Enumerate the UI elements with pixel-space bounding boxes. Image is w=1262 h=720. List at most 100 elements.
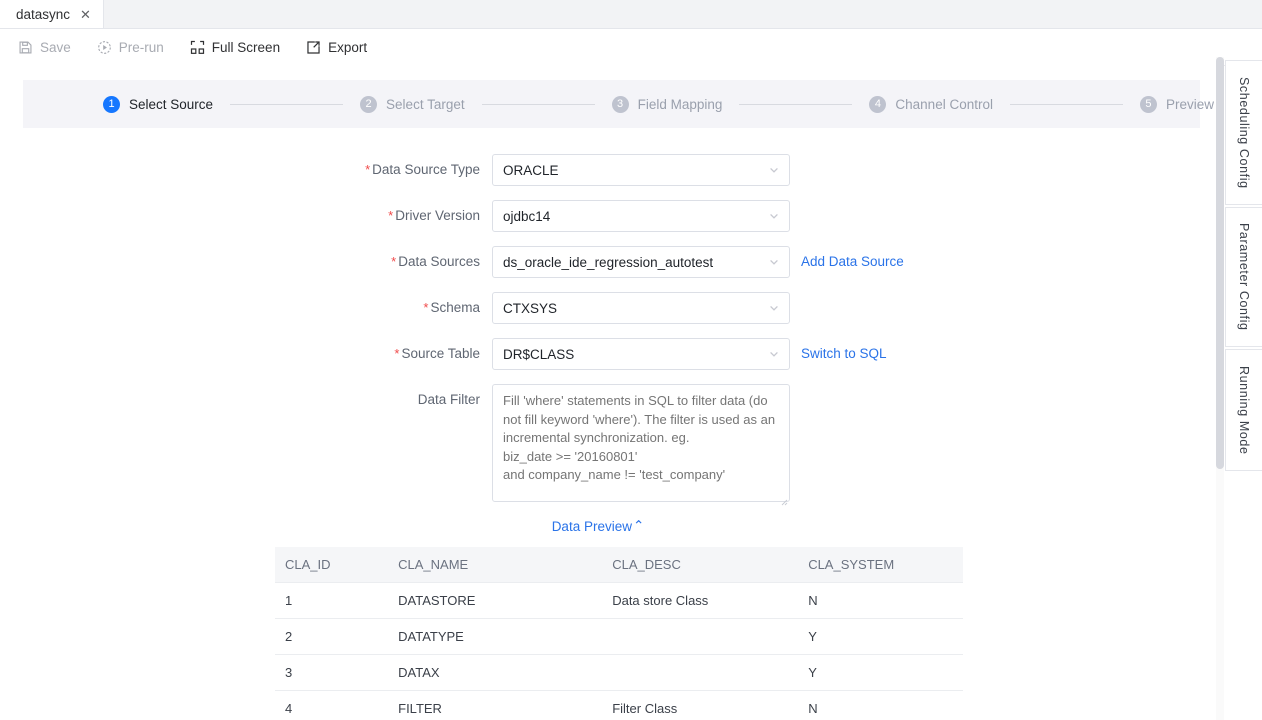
table-row: 3 DATAX Y (275, 654, 963, 691)
column-header-cla-desc: CLA_DESC (602, 547, 799, 583)
cell-cla-id: 2 (275, 618, 389, 655)
required-marker: * (388, 208, 394, 223)
field-label: * Data Sources (0, 246, 492, 278)
step-number: 1 (103, 95, 120, 113)
data-preview-toggle[interactable]: Data Preview⌃ (552, 518, 645, 534)
cell-cla-name: DATATYPE (388, 618, 603, 655)
data-preview-toggle-wrap: Data Preview⌃ (0, 518, 1220, 535)
table-row: 1 DATASTORE Data store Class N (275, 582, 963, 619)
step-connector (230, 103, 344, 105)
data-sources-select[interactable]: ds_oracle_ide_regression_autotest (492, 246, 790, 278)
step-label: Select Target (386, 96, 465, 112)
step-number: 5 (1139, 95, 1157, 113)
step-number: 2 (360, 95, 378, 113)
cell-cla-id: 4 (275, 690, 389, 720)
required-marker: * (423, 300, 429, 315)
data-preview-table: CLA_ID CLA_NAME CLA_DESC CLA_SYSTEM 1 DA… (275, 547, 963, 720)
cell-cla-system: Y (798, 654, 963, 691)
fullscreen-icon (190, 40, 205, 55)
right-tab-parameter-config[interactable]: Parameter Config (1225, 207, 1262, 347)
field-label-text: Data Filter (417, 392, 480, 407)
field-label: * Data Source Type (0, 154, 492, 186)
data-sources-value: ds_oracle_ide_regression_autotest (503, 254, 714, 270)
cell-cla-id: 1 (275, 582, 389, 619)
step-connector (739, 103, 853, 105)
field-data-filter: Data Filter (0, 384, 1220, 506)
step-connector (1009, 103, 1123, 105)
right-tab-running-mode[interactable]: Running Mode (1225, 349, 1262, 471)
driver-version-select[interactable]: ojdbc14 (492, 200, 790, 232)
source-table-value: DR$CLASS (503, 346, 575, 362)
column-header-cla-name: CLA_NAME (388, 547, 603, 583)
step-number: 3 (611, 95, 629, 113)
cell-cla-system: N (798, 690, 963, 720)
cell-cla-system: Y (798, 618, 963, 655)
cell-cla-desc: Data store Class (602, 582, 799, 619)
cell-cla-desc (602, 618, 799, 655)
step-indicator: 1 Select Source 2 Select Target 3 Field … (23, 80, 1220, 128)
source-table-select[interactable]: DR$CLASS (492, 338, 790, 370)
driver-version-value: ojdbc14 (503, 208, 551, 224)
full-screen-button[interactable]: Full Screen (190, 40, 280, 55)
field-data-sources: * Data Sources ds_oracle_ide_regression_a… (0, 246, 1220, 278)
switch-to-sql-link[interactable]: Switch to SQL (801, 338, 887, 370)
right-tab-scheduling-config[interactable]: Scheduling Config (1225, 60, 1262, 205)
field-label: * Driver Version (0, 200, 492, 232)
export-icon (306, 40, 321, 55)
table-header-row: CLA_ID CLA_NAME CLA_DESC CLA_SYSTEM (275, 547, 963, 583)
step-select-source[interactable]: 1 Select Source (103, 95, 214, 113)
cell-cla-desc (602, 654, 799, 691)
vertical-scrollbar[interactable] (1216, 57, 1224, 720)
page-content: 1 Select Source 2 Select Target 3 Field … (0, 65, 1221, 720)
field-label-text: Data Sources (398, 254, 480, 269)
step-label: Preview & Save (1165, 96, 1220, 112)
field-label-text: Schema (430, 300, 480, 315)
pre-run-button[interactable]: Pre-run (97, 40, 164, 55)
tab-strip: datasync ✕ (0, 0, 1262, 29)
document-tab-label: datasync (16, 6, 71, 22)
cell-cla-system: N (798, 582, 963, 619)
step-number: 4 (869, 95, 887, 113)
step-label: Select Source (129, 96, 214, 112)
field-label-text: Source Table (401, 346, 480, 361)
field-driver-version: * Driver Version ojdbc14 (0, 200, 1220, 232)
field-label-text: Driver Version (395, 208, 480, 223)
step-select-target[interactable]: 2 Select Target (360, 95, 465, 113)
step-channel-control[interactable]: 4 Channel Control (869, 95, 993, 113)
toolbar: Save Pre-run Full Screen Export (0, 29, 1262, 66)
document-tab-datasync[interactable]: datasync ✕ (0, 0, 104, 28)
full-screen-label: Full Screen (211, 39, 281, 55)
data-filter-textarea[interactable] (492, 384, 790, 502)
chevron-down-icon (768, 302, 780, 314)
table-row: 2 DATATYPE Y (275, 618, 963, 655)
add-data-source-link[interactable]: Add Data Source (801, 246, 904, 278)
data-source-type-value: ORACLE (503, 162, 559, 178)
cell-cla-name: FILTER (388, 690, 603, 720)
chevron-down-icon (768, 210, 780, 222)
step-field-mapping[interactable]: 3 Field Mapping (611, 95, 722, 113)
step-label: Channel Control (895, 96, 993, 112)
cell-cla-name: DATAX (388, 654, 603, 691)
close-icon[interactable]: ✕ (80, 8, 91, 21)
right-tab-rail: Scheduling Config Parameter Config Runni… (1225, 60, 1262, 473)
cell-cla-name: DATASTORE (388, 582, 603, 619)
chevron-down-icon (768, 348, 780, 360)
column-header-cla-id: CLA_ID (275, 547, 389, 583)
right-tab-label: Parameter Config (1237, 223, 1251, 331)
step-connector (481, 103, 595, 105)
right-tab-label: Scheduling Config (1237, 76, 1251, 189)
schema-select[interactable]: CTXSYS (492, 292, 790, 324)
vertical-scrollbar-thumb[interactable] (1216, 57, 1224, 469)
table-row: 4 FILTER Filter Class N (275, 690, 963, 720)
export-button[interactable]: Export (306, 40, 367, 55)
field-label: Data Filter (0, 384, 492, 416)
source-config-form: * Data Source Type ORACLE * Driver Version… (0, 154, 1220, 506)
field-data-source-type: * Data Source Type ORACLE (0, 154, 1220, 186)
field-label: * Source Table (0, 338, 492, 370)
required-marker: * (394, 346, 400, 361)
field-label-text: Data Source Type (372, 162, 480, 177)
data-source-type-select[interactable]: ORACLE (492, 154, 790, 186)
save-button[interactable]: Save (18, 40, 71, 55)
field-source-table: * Source Table DR$CLASS Switch to SQL (0, 338, 1220, 370)
step-preview-save[interactable]: 5 Preview & Save (1139, 95, 1220, 113)
